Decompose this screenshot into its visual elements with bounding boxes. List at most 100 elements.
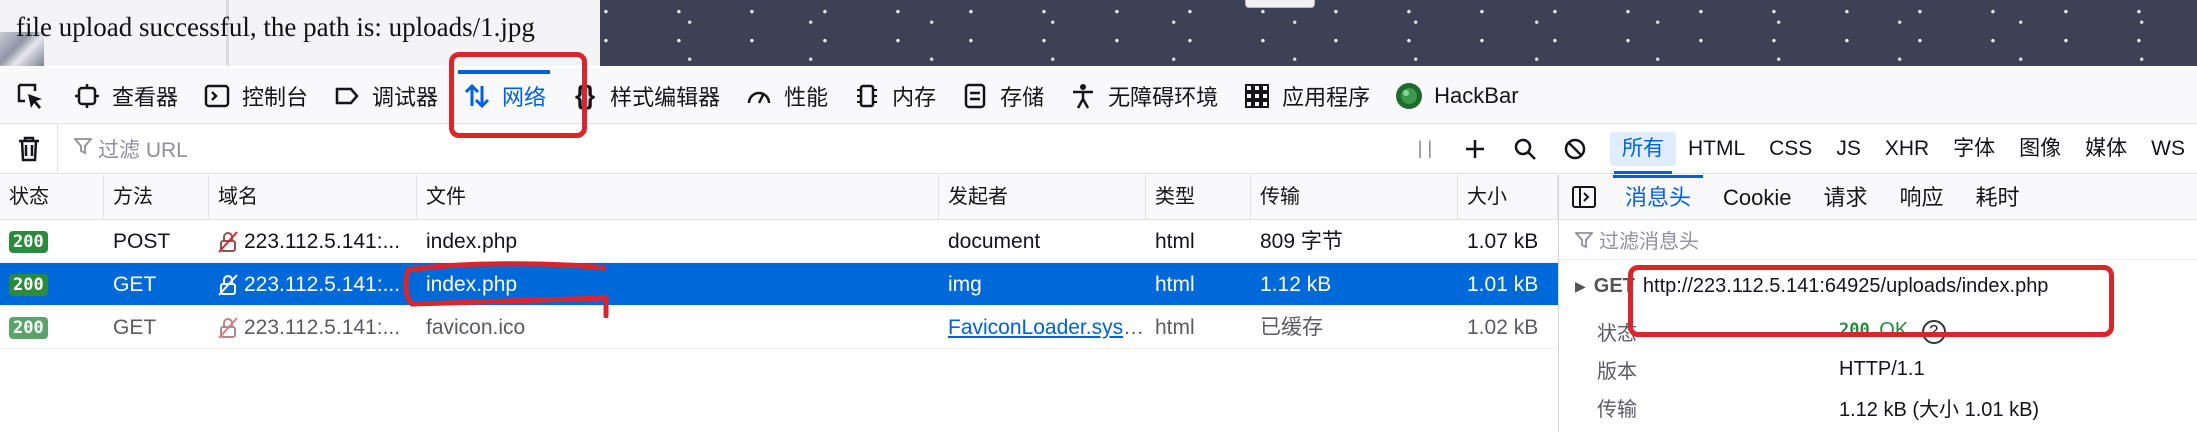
block-button[interactable] [1550,137,1600,161]
summary-method: GET [1593,274,1635,297]
plus-icon [1465,139,1484,158]
debugger-icon [332,81,362,111]
search-icon [1514,138,1536,160]
url-filter-input[interactable]: 过滤 URL [58,124,1400,174]
devtools-toolbar: 查看器 控制台 调试器 网络 {} 样式编辑器 性能 内存 存储 无障碍环境 应… [0,68,2197,124]
tab-timings[interactable]: 耗时 [1960,175,2036,220]
type-cell: html [1155,272,1195,296]
tab-style-editor[interactable]: {} 样式编辑器 [558,68,732,124]
insecure-lock-icon [218,274,238,296]
tab-label: 性能 [784,84,829,110]
submit-button[interactable] [1245,0,1315,8]
headers-filter-input[interactable]: 过滤消息头 [1559,220,2197,260]
clear-button[interactable] [0,123,58,174]
method-cell: POST [113,229,171,253]
tab-cookies[interactable]: Cookie [1707,175,1807,220]
type-filter-all[interactable]: 所有 [1609,131,1676,174]
annotation-file-underline [403,261,609,318]
expand-arrow-icon: ▶ [1575,277,1586,294]
type-filter-xhr[interactable]: XHR [1873,132,1941,166]
request-details-panel: 消息头 Cookie 请求 响应 耗时 过滤消息头 ▶ GET http://2… [1558,174,2197,432]
tab-console[interactable]: 控制台 [190,68,320,124]
tab-label: 样式编辑器 [610,84,721,110]
column-method[interactable]: 方法 [104,174,209,220]
pause-button[interactable]: | | [1400,138,1450,159]
tab-hackbar[interactable]: HackBar [1382,68,1530,124]
tab-label: 查看器 [112,84,179,110]
status-badge: 200 [9,230,48,253]
domain-cell: 223.112.5.141:... [209,306,417,349]
column-size[interactable]: 大小 [1458,174,1558,220]
status-badge: 200 [9,316,48,339]
request-summary[interactable]: ▶ GET http://223.112.5.141:64925/uploads… [1559,260,2197,312]
element-picker-button[interactable] [0,68,60,124]
tab-application[interactable]: 应用程序 [1230,68,1382,124]
search-button[interactable] [1500,137,1550,161]
tab-network[interactable]: 网络 [450,68,558,124]
table-row[interactable]: 200 GET 223.112.5.141:... favicon.ico Fa… [0,306,1558,349]
method-cell: GET [113,272,157,296]
help-icon[interactable]: ? [1921,319,1946,344]
tab-inspector[interactable]: 查看器 [60,68,190,124]
type-filter-media[interactable]: 媒体 [2073,132,2139,166]
memory-icon [852,81,882,111]
filter-actions: | | [1400,124,1600,174]
status-cell: 200 [0,220,104,263]
column-transfer[interactable]: 传输 [1251,174,1458,220]
tab-label: 内存 [892,84,937,110]
type-filter-ws[interactable]: WS [2139,132,2197,166]
picker-icon [17,83,42,109]
transfer-cell: 1.12 kB [1260,272,1332,296]
tab-storage[interactable]: 存储 [948,68,1056,124]
type-filter-css[interactable]: CSS [1757,132,1824,166]
tab-memory[interactable]: 内存 [840,68,948,124]
tab-headers[interactable]: 消息头 [1609,174,1707,220]
status-cell: 200 [0,306,104,349]
accessibility-icon [1068,81,1098,111]
table-header: 状态 方法 域名 文件 发起者 类型 传输 大小 [0,174,1558,220]
tab-debugger[interactable]: 调试器 [320,68,450,124]
column-type[interactable]: 类型 [1146,174,1251,220]
tab-performance[interactable]: 性能 [732,68,840,124]
domain-text: 223.112.5.141:... [244,229,401,253]
size-cell: 1.02 kB [1467,315,1539,339]
detail-row-transfer: 传输 1.12 kB (大小 1.01 kB) [1559,388,2197,426]
type-filter-html[interactable]: HTML [1676,132,1757,166]
column-initiator[interactable]: 发起者 [939,174,1146,220]
tab-request[interactable]: 请求 [1808,175,1884,220]
column-file[interactable]: 文件 [417,174,939,220]
upload-message: file upload successful, the path is: upl… [16,12,535,42]
tab-response[interactable]: 响应 [1884,175,1960,220]
tab-label: 网络 [502,84,547,110]
block-icon [1564,138,1586,159]
size-cell: 1.07 kB [1467,229,1539,253]
detail-key: 状态 [1597,322,1637,345]
filter-icon [1575,231,1593,248]
transfer-cell: 809 字节 [1260,229,1343,253]
type-filter-fonts[interactable]: 字体 [1941,132,2007,166]
initiator-cell: FaviconLoader.sys.... [939,306,1146,349]
status-badge: 200 [9,273,48,296]
type-filter-images[interactable]: 图像 [2007,132,2073,166]
table-row[interactable]: 200 GET 223.112.5.141:... index.php img … [0,263,1558,306]
tab-accessibility[interactable]: 无障碍环境 [1056,68,1230,124]
type-cell: html [1155,315,1195,339]
detail-key: 版本 [1597,360,1637,383]
column-domain[interactable]: 域名 [209,174,417,220]
url-filter-placeholder: 过滤 URL [98,138,188,162]
toggle-panel-button[interactable] [1559,186,1609,208]
table-row[interactable]: 200 POST 223.112.5.141:... index.php doc… [0,220,1558,263]
domain-cell: 223.112.5.141:... [209,220,417,263]
domain-cell: 223.112.5.141:... [209,263,417,306]
domain-text: 223.112.5.141:... [244,315,401,339]
column-status[interactable]: 状态 [0,174,104,220]
file-cell: index.php [426,229,518,253]
web-page-area: file upload successful, the path is: upl… [0,0,2197,66]
initiator-link[interactable]: FaviconLoader.sys.... [948,316,1146,339]
type-filter-js[interactable]: JS [1824,132,1873,166]
add-filter-button[interactable] [1450,138,1500,160]
tab-label: 控制台 [242,84,309,110]
detail-row-status: 状态 200 OK ? [1559,312,2197,350]
detail-value: HTTP/1.1 [1839,357,1925,380]
status-code: 200 [1839,320,1870,341]
